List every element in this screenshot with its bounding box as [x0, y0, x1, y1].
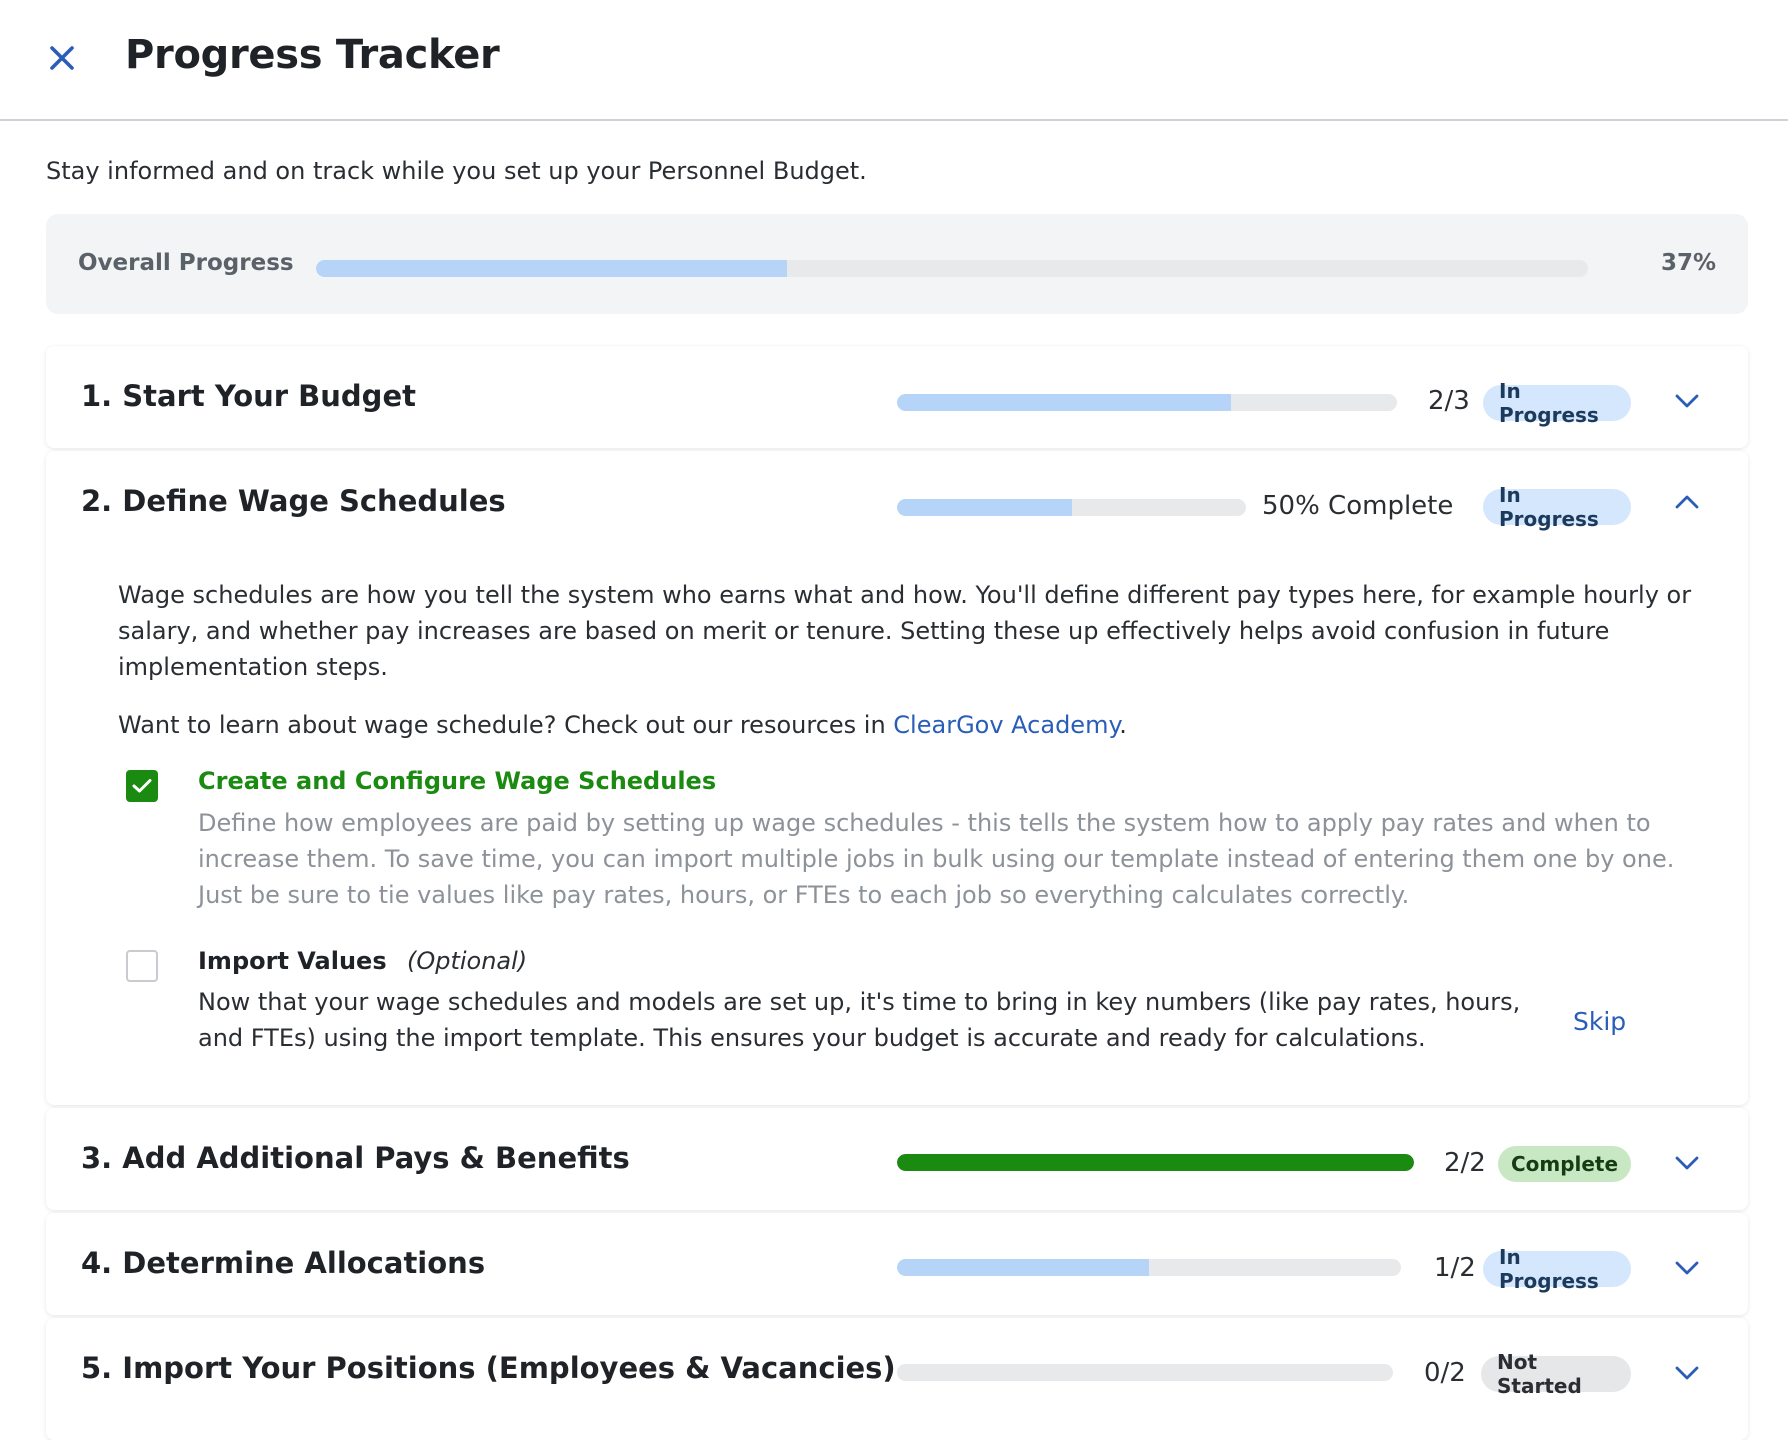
page-title: Progress Tracker	[125, 32, 500, 78]
section-progress-fill	[897, 394, 1231, 411]
section-progress-bar	[897, 1259, 1401, 1276]
status-badge: In Progress	[1483, 379, 1631, 427]
header: Progress Tracker	[0, 0, 1788, 121]
section-title: 2. Define Wage Schedules	[81, 484, 506, 518]
section-determine-allocations[interactable]: 4. Determine Allocations 1/2 In Progress	[46, 1213, 1748, 1315]
status-badge: Complete	[1498, 1146, 1631, 1182]
skip-link[interactable]: Skip	[1573, 1007, 1626, 1036]
status-badge: Not Started	[1481, 1350, 1631, 1398]
section-title: 4. Determine Allocations	[81, 1246, 486, 1280]
close-icon[interactable]	[44, 40, 80, 76]
task-title[interactable]: Import Values	[198, 947, 387, 975]
optional-label: (Optional)	[406, 947, 528, 975]
section-count: 1/2	[1434, 1253, 1476, 1283]
chevron-up-icon[interactable]	[1672, 487, 1702, 517]
section-progress-bar	[897, 499, 1246, 516]
chevron-down-icon[interactable]	[1672, 1148, 1702, 1178]
section-progress-bar	[897, 394, 1397, 411]
section-count: 50% Complete	[1262, 491, 1454, 521]
section-title: 3. Add Additional Pays & Benefits	[81, 1141, 630, 1175]
learn-more-suffix: .	[1119, 711, 1127, 739]
section-progress-bar	[897, 1364, 1393, 1381]
task-checkbox-unchecked[interactable]	[126, 950, 158, 982]
cleargov-academy-link[interactable]: ClearGov Academy	[893, 711, 1119, 739]
learn-more-prefix: Want to learn about wage schedule? Check…	[118, 711, 894, 739]
intro-text: Stay informed and on track while you set…	[46, 157, 867, 185]
section-import-positions[interactable]: 5. Import Your Positions (Employees & Va…	[46, 1318, 1748, 1440]
chevron-down-icon[interactable]	[1672, 1253, 1702, 1283]
section-title: 5. Import Your Positions (Employees & Va…	[81, 1351, 896, 1385]
overall-progress-fill	[316, 260, 787, 277]
section-define-wage-schedules[interactable]: 2. Define Wage Schedules 50% Complete In…	[46, 451, 1748, 1105]
section-count: 2/2	[1444, 1148, 1486, 1178]
section-start-budget[interactable]: 1. Start Your Budget 2/3 In Progress	[46, 346, 1748, 448]
task-description: Define how employees are paid by setting…	[198, 809, 1675, 909]
overall-progress-percent: 37%	[1660, 250, 1716, 276]
section-title: 1. Start Your Budget	[81, 379, 416, 413]
task-title-row: Import Values (Optional)	[198, 947, 527, 975]
overall-progress-panel: Overall Progress 37%	[46, 214, 1748, 314]
chevron-down-icon[interactable]	[1672, 386, 1702, 416]
overall-progress-label: Overall Progress	[78, 250, 294, 276]
status-badge: In Progress	[1483, 483, 1631, 531]
section-progress-fill	[897, 1259, 1149, 1276]
status-badge: In Progress	[1483, 1245, 1631, 1293]
section-count: 2/3	[1428, 386, 1470, 416]
section-count: 0/2	[1424, 1358, 1466, 1388]
task-title[interactable]: Create and Configure Wage Schedules	[198, 767, 716, 795]
section-description: Wage schedules are how you tell the syst…	[118, 581, 1692, 681]
overall-progress-bar	[316, 260, 1588, 277]
section-additional-pays[interactable]: 3. Add Additional Pays & Benefits 2/2 Co…	[46, 1108, 1748, 1210]
task-description: Now that your wage schedules and models …	[198, 988, 1521, 1052]
section-progress-fill	[897, 1154, 1414, 1171]
section-progress-bar	[897, 1154, 1414, 1171]
learn-more-text: Want to learn about wage schedule? Check…	[118, 707, 1728, 743]
chevron-down-icon[interactable]	[1672, 1358, 1702, 1388]
section-progress-fill	[897, 499, 1072, 516]
task-checkbox-checked[interactable]	[126, 770, 158, 802]
